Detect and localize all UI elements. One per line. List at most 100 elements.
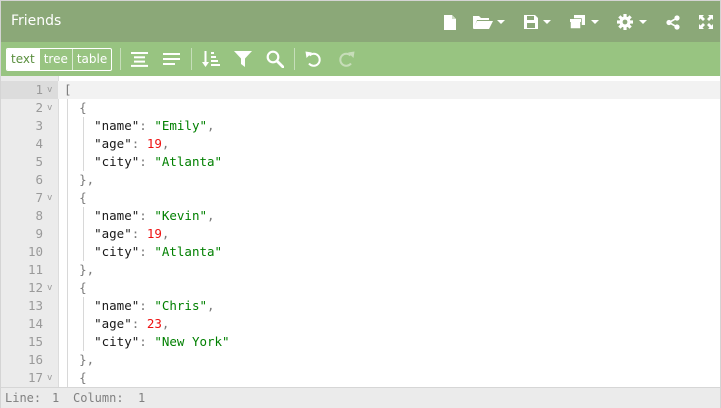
compact-button[interactable]	[159, 47, 185, 71]
mode-tree-button[interactable]: tree	[40, 49, 73, 70]
code-token: "name"	[94, 118, 140, 133]
code-token: ,	[207, 298, 215, 313]
code-token: ,	[161, 316, 170, 331]
line-number: 6	[35, 172, 43, 187]
fold-toggle-icon[interactable]: v	[47, 99, 52, 117]
code-line: "name": "Kevin",	[64, 207, 215, 225]
mode-switcher: text tree table	[6, 48, 113, 71]
code-token: 19	[146, 136, 162, 151]
line-number: 8	[35, 208, 43, 223]
code-token: :	[139, 298, 155, 313]
code-token: "name"	[94, 298, 140, 313]
mode-text-button[interactable]: text	[7, 49, 40, 70]
code-line: {	[64, 369, 87, 387]
code-token: 23	[146, 316, 162, 331]
undo-icon	[305, 51, 321, 67]
line-number: 14	[27, 316, 43, 331]
line-number: 5	[35, 154, 43, 169]
column-value: 1	[138, 391, 146, 405]
code-token: [	[64, 82, 72, 97]
line-number: 15	[27, 334, 43, 349]
code-token: },	[79, 352, 95, 367]
code-line: "city": "New York"	[64, 333, 230, 351]
line-number: 1	[35, 82, 43, 97]
line-label: Line:	[5, 391, 42, 405]
code-token: "New York"	[154, 334, 230, 349]
code-line: {	[64, 279, 87, 297]
json-editor-window: Friends text tree table 1 2 3 4 5 6 7 8 …	[0, 0, 721, 408]
code-token: :	[139, 118, 155, 133]
active-line-highlight	[1, 81, 720, 99]
code-token: "Atlanta"	[154, 244, 223, 259]
toolbar-divider	[120, 48, 121, 70]
undo-button[interactable]	[301, 47, 327, 71]
code-line: },	[64, 261, 94, 279]
column-label: Column:	[73, 391, 124, 405]
fullscreen-icon[interactable]	[698, 9, 714, 35]
filter-button[interactable]	[230, 47, 256, 71]
code-token: },	[79, 262, 95, 277]
line-number: 12	[27, 280, 43, 295]
code-token: :	[131, 136, 147, 151]
code-token: :	[131, 316, 147, 331]
copy-windows-icon[interactable]	[569, 9, 601, 35]
line-number: 4	[35, 136, 43, 151]
format-icon	[131, 51, 148, 67]
window-title: Friends	[11, 13, 62, 29]
line-number: 2	[35, 100, 43, 115]
sort-button[interactable]	[198, 47, 224, 71]
code-token: {	[79, 100, 87, 115]
code-token: "age"	[94, 226, 132, 241]
code-token: {	[79, 280, 87, 295]
code-token: {	[79, 370, 87, 385]
line-number: 13	[27, 298, 43, 313]
code-token: ,	[207, 208, 215, 223]
line-number: 10	[27, 244, 43, 259]
code-token: :	[131, 226, 147, 241]
redo-icon	[339, 51, 355, 67]
line-number: 7	[35, 190, 43, 205]
line-number: 17	[27, 370, 43, 385]
new-document-icon[interactable]	[441, 9, 459, 35]
mode-table-button[interactable]: table	[73, 49, 111, 70]
code-line: "city": "Atlanta"	[64, 243, 222, 261]
sort-icon	[202, 51, 220, 67]
code-token: {	[79, 190, 87, 205]
code-editor[interactable]: 1 2 3 4 5 6 7 8 9 10 11 12 13 14 15 16 1…	[1, 76, 720, 387]
filter-icon	[234, 51, 252, 67]
code-line: "name": "Chris",	[64, 297, 215, 315]
save-icon[interactable]	[523, 9, 553, 35]
code-line: "age": 19,	[64, 225, 169, 243]
format-button[interactable]	[127, 47, 153, 71]
redo-button[interactable]	[333, 47, 359, 71]
code-token: ,	[207, 118, 215, 133]
title-bar: Friends	[1, 1, 720, 42]
line-number: 11	[27, 262, 43, 277]
status-bar: Line: 1 Column: 1	[1, 387, 720, 408]
compact-icon	[163, 53, 180, 65]
code-line: "city": "Atlanta"	[64, 153, 222, 171]
fold-toggle-icon[interactable]: v	[47, 81, 52, 99]
code-token: "name"	[94, 208, 140, 223]
toolbar-divider	[191, 48, 192, 70]
settings-gear-icon[interactable]	[617, 9, 649, 35]
line-number: 9	[35, 226, 43, 241]
code-token: :	[139, 334, 155, 349]
code-token: 19	[146, 226, 162, 241]
code-token: "Chris"	[154, 298, 208, 313]
fold-toggle-icon[interactable]: v	[47, 369, 52, 387]
code-token: ,	[161, 136, 170, 151]
code-token: "Kevin"	[154, 208, 208, 223]
line-number: 16	[27, 352, 43, 367]
search-button[interactable]	[262, 47, 288, 71]
fold-toggle-icon[interactable]: v	[47, 189, 52, 207]
line-number: 3	[35, 118, 43, 133]
toolbar: text tree table	[1, 42, 720, 76]
fold-toggle-icon[interactable]: v	[47, 279, 52, 297]
open-folder-icon[interactable]	[473, 9, 507, 35]
code-line: "age": 23,	[64, 315, 169, 333]
code-line: "age": 19,	[64, 135, 169, 153]
code-token: "city"	[94, 334, 140, 349]
code-token: "Atlanta"	[154, 154, 223, 169]
share-icon[interactable]	[665, 9, 681, 35]
